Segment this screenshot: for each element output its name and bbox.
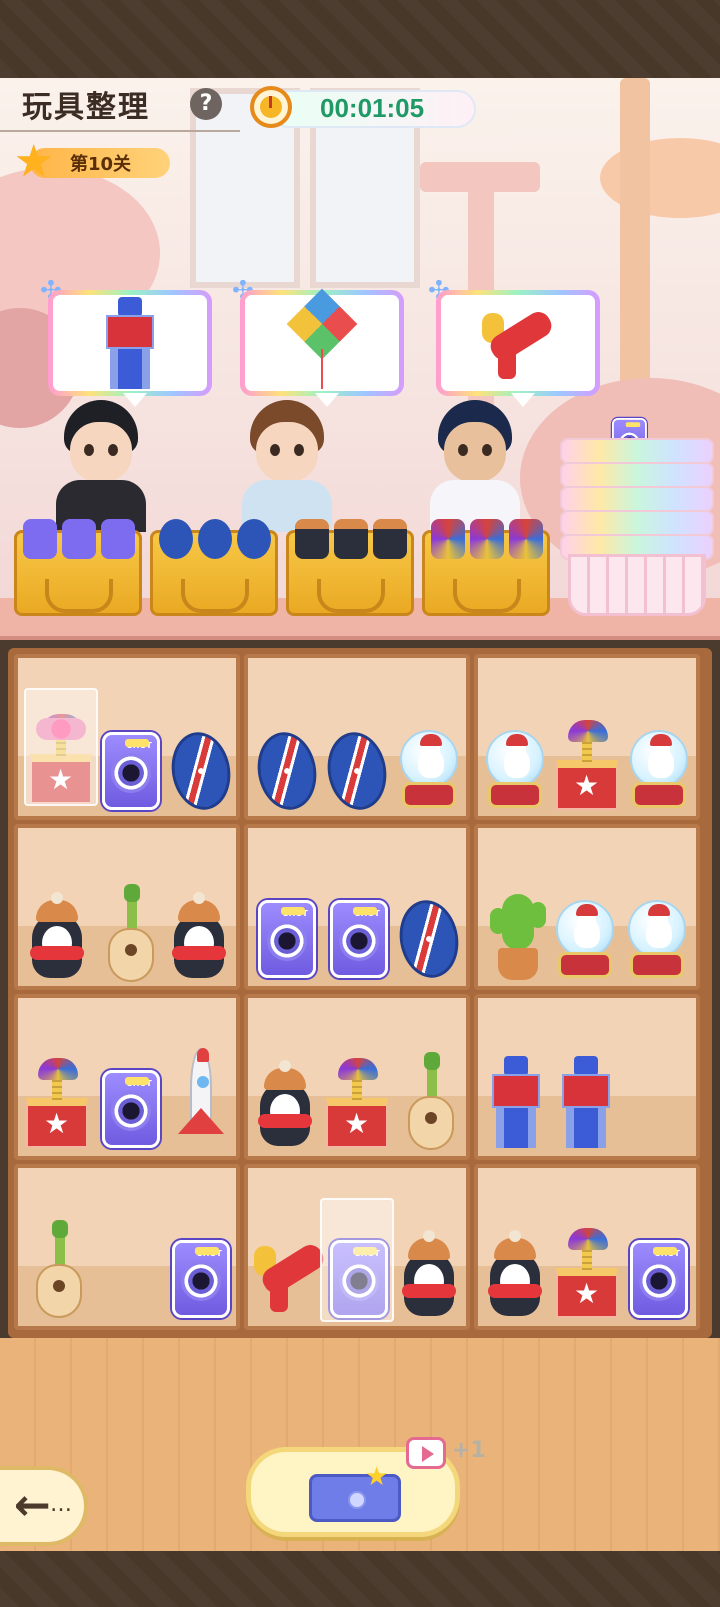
shelf-cell[interactable]: SHOT [244, 1164, 470, 1330]
snow-globe-item[interactable] [484, 730, 546, 810]
request-bubble-robot [48, 290, 212, 407]
rocket-item[interactable] [178, 1048, 224, 1148]
shelf-cell[interactable] [474, 994, 700, 1160]
customer-boy-1 [46, 400, 156, 532]
level-label: 第10关 [70, 154, 132, 175]
title-divider [0, 130, 240, 132]
penguin-item[interactable] [168, 892, 230, 982]
camera-item[interactable]: SHOT [102, 1070, 160, 1148]
shelf-cell[interactable]: SHOT [14, 1164, 240, 1330]
ellipsis-icon: … [50, 1492, 72, 1517]
glass-case [320, 1198, 394, 1322]
jack-in-the-box-item[interactable] [554, 720, 620, 810]
water-gun-icon [478, 305, 558, 381]
cactus-item[interactable] [488, 890, 548, 982]
back-button[interactable]: ← … [0, 1466, 88, 1546]
camera-item[interactable]: SHOT [630, 1240, 688, 1318]
ukulele-item[interactable] [36, 1220, 82, 1320]
alarm-clock-icon [250, 86, 292, 128]
football-item[interactable] [165, 727, 237, 815]
customer-boy-2 [232, 400, 342, 532]
camera-item[interactable]: SHOT [258, 900, 316, 978]
penguin-item[interactable] [398, 1230, 460, 1320]
crate-penguins[interactable] [286, 519, 414, 616]
timer-readout: 00:01:05 [320, 93, 425, 123]
star-icon: ★ [14, 136, 54, 187]
ukulele-item[interactable] [108, 884, 154, 984]
request-bubble-water-gun [436, 290, 600, 407]
request-bubble-kite [240, 288, 404, 407]
crate-cameras[interactable] [14, 519, 142, 616]
basket-stack[interactable] [560, 418, 714, 618]
bottom-frame [0, 1551, 720, 1607]
kite-icon [286, 288, 358, 391]
shelf-cell[interactable]: SHOT SHOT [244, 824, 470, 990]
help-button[interactable]: ? [190, 88, 222, 120]
football-item[interactable] [251, 727, 323, 815]
snow-globe-item[interactable] [628, 730, 690, 810]
shelf-cell[interactable] [244, 654, 470, 820]
shelf-cell[interactable]: SHOT [474, 1164, 700, 1330]
shelf-cell[interactable] [474, 824, 700, 990]
snow-globe-item[interactable] [626, 900, 688, 980]
gift-box-item[interactable] [24, 688, 98, 806]
snow-globe-item[interactable] [398, 730, 460, 810]
jack-in-the-box-item[interactable] [24, 1058, 90, 1148]
football-item[interactable] [393, 895, 465, 983]
shelf-cell[interactable] [14, 824, 240, 990]
camera-item[interactable]: SHOT [102, 732, 160, 810]
crate-jack-in-the-box[interactable] [422, 519, 550, 616]
penguin-item[interactable] [484, 1230, 546, 1320]
camera-item[interactable]: SHOT [330, 900, 388, 978]
customer-boy-3 [420, 400, 530, 532]
football-item[interactable] [321, 727, 393, 815]
robot-toy-icon [98, 297, 162, 389]
penguin-item[interactable] [254, 1060, 316, 1150]
robot-toy-item[interactable] [554, 1056, 618, 1148]
top-frame [0, 0, 720, 78]
jack-in-the-box-item[interactable] [324, 1058, 390, 1148]
snow-globe-item[interactable] [554, 900, 616, 980]
shelf-cell[interactable]: SHOT [14, 654, 240, 820]
toy-shelf: SHOT SHOT SHOT SHOT [8, 648, 712, 1338]
star-icon: ★ [365, 1462, 389, 1492]
water-gun-item[interactable] [250, 1238, 330, 1314]
ukulele-item[interactable] [408, 1052, 454, 1152]
camera-item[interactable]: SHOT [172, 1240, 230, 1318]
arrow-left-icon: ← [14, 1480, 51, 1531]
reward-count: +1 [452, 1438, 486, 1463]
jack-in-the-box-item[interactable] [554, 1228, 620, 1318]
robot-toy-item[interactable] [484, 1056, 548, 1148]
shelf-cell[interactable] [244, 994, 470, 1160]
penguin-item[interactable] [26, 892, 88, 982]
video-ad-icon[interactable] [406, 1437, 446, 1469]
page-title: 玩具整理 [22, 90, 150, 125]
crate-footballs[interactable] [150, 519, 278, 616]
shelf-cell[interactable] [474, 654, 700, 820]
shelf-cell[interactable]: SHOT [14, 994, 240, 1160]
